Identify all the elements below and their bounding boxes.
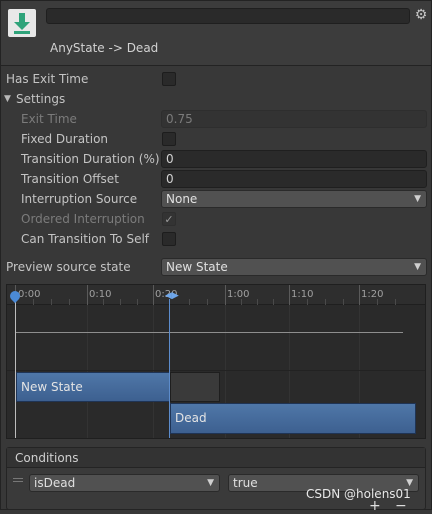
transition-title: AnyState -> Dead xyxy=(50,41,159,55)
tick-label: 1:20 xyxy=(361,289,384,300)
tick-mark xyxy=(289,285,290,305)
transition-offset-field[interactable]: 0 xyxy=(161,170,427,188)
tick-mark xyxy=(137,299,138,305)
tick-label: 0:00 xyxy=(18,289,41,300)
tick-mark xyxy=(225,285,226,305)
interruption-source-dropdown[interactable]: None ▼ xyxy=(161,190,427,208)
preview-source-state-value: New State xyxy=(166,260,228,274)
has-exit-time-label: Has Exit Time xyxy=(6,72,89,86)
fixed-duration-checkbox[interactable] xyxy=(162,132,176,146)
ordered-interruption-label: Ordered Interruption xyxy=(21,212,145,226)
tick-label: 1:00 xyxy=(227,289,250,300)
condition-parameter-dropdown[interactable]: isDead ▼ xyxy=(29,474,220,492)
conditions-title: Conditions xyxy=(15,451,79,465)
transition-offset-label: Transition Offset xyxy=(21,172,119,186)
transition-range-handle-icon[interactable]: ◀▶ xyxy=(165,291,179,301)
tick-mark xyxy=(359,285,360,305)
exit-time-label: Exit Time xyxy=(21,112,77,126)
transition-start-line xyxy=(169,299,170,438)
transition-name-field[interactable] xyxy=(46,8,410,24)
chevron-down-icon: ▼ xyxy=(414,262,421,272)
condition-value: true xyxy=(233,476,258,490)
interruption-source-value: None xyxy=(166,192,198,206)
tick-mark xyxy=(257,299,258,305)
tick-mark xyxy=(395,299,396,305)
weight-curve xyxy=(15,332,403,333)
source-state-bar[interactable]: New State xyxy=(16,372,170,402)
can-transition-to-self-checkbox[interactable] xyxy=(162,232,176,246)
state-transition-download-icon xyxy=(8,9,36,37)
fixed-duration-label: Fixed Duration xyxy=(21,132,109,146)
tick-mark xyxy=(273,299,274,305)
chevron-down-icon: ▼ xyxy=(414,194,421,204)
has-exit-time-checkbox[interactable] xyxy=(162,72,176,86)
preview-source-state-label: Preview source state xyxy=(6,260,131,274)
exit-time-field: 0.75 xyxy=(161,110,427,128)
tick-mark xyxy=(69,299,70,305)
tick-mark xyxy=(189,299,190,305)
tick-mark xyxy=(343,299,344,305)
settings-foldout-arrow-icon[interactable]: ▼ xyxy=(4,94,11,104)
can-transition-to-self-label: Can Transition To Self xyxy=(21,232,150,246)
playhead-line xyxy=(15,299,16,438)
track-separator xyxy=(7,370,425,371)
tick-mark xyxy=(120,299,121,305)
tick-mark xyxy=(87,285,88,305)
transition-duration-field[interactable]: 0 xyxy=(161,150,427,168)
condition-parameter-value: isDead xyxy=(34,476,76,490)
tick-mark xyxy=(51,299,52,305)
interruption-source-label: Interruption Source xyxy=(21,192,138,206)
ordered-interruption-checkbox: ✓ xyxy=(162,212,176,226)
drag-handle-icon[interactable] xyxy=(13,478,23,482)
tick-label: 1:10 xyxy=(291,289,314,300)
gear-icon[interactable]: ⚙ xyxy=(414,8,428,22)
tick-mark xyxy=(325,299,326,305)
tick-label: 0:10 xyxy=(89,289,112,300)
watermark-text: CSDN @holens01 xyxy=(306,487,411,501)
transition-timeline[interactable]: 0:00 0:10 0:20 1:00 1:10 1:20 New State … xyxy=(6,284,426,439)
tick-mark xyxy=(153,285,154,305)
transition-duration-label: Transition Duration (%) xyxy=(21,152,160,166)
source-state-extension xyxy=(170,372,220,402)
settings-foldout-label[interactable]: Settings xyxy=(16,92,65,106)
target-state-bar[interactable]: Dead xyxy=(170,403,416,434)
chevron-down-icon: ▼ xyxy=(207,478,214,488)
tick-mark xyxy=(207,299,208,305)
preview-source-state-dropdown[interactable]: New State ▼ xyxy=(161,258,427,276)
